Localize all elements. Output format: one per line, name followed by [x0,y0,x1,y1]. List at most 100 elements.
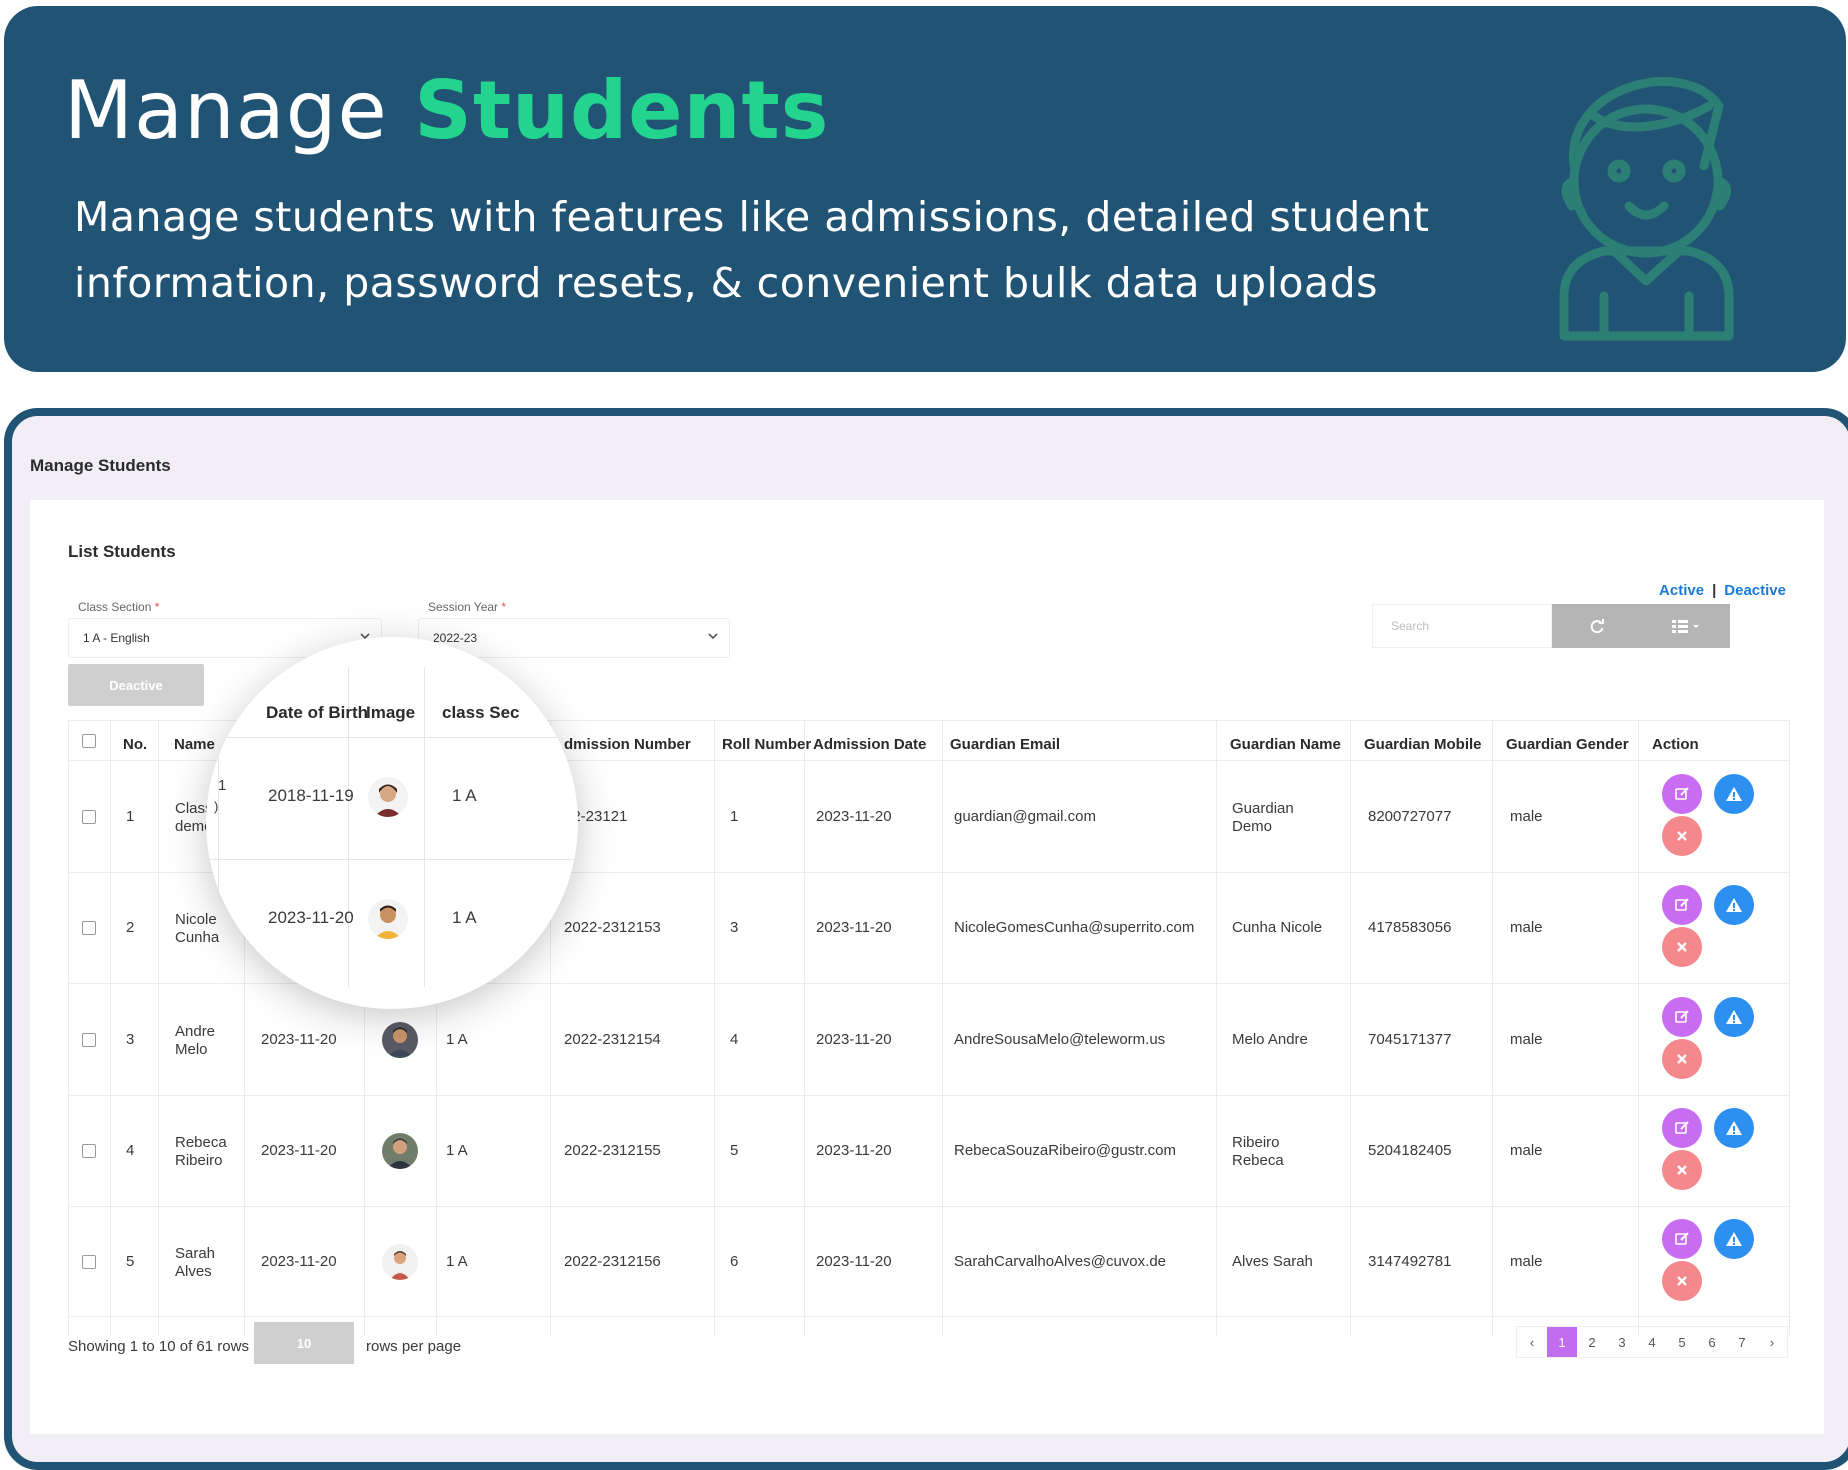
page-6[interactable]: 6 [1697,1327,1727,1357]
header-roll-number[interactable]: Roll Number [722,736,811,753]
session-year-label-text: Session Year [428,600,499,614]
cell-guardian-name: Alves Sarah [1232,1253,1313,1270]
cell-name: Andre Melo [175,1023,216,1058]
active-link[interactable]: Active [1659,582,1704,599]
row-divider [206,737,578,738]
delete-button[interactable] [1662,816,1702,856]
column-divider [1492,720,1493,1336]
edit-button[interactable] [1662,1108,1702,1148]
cell-admission-date: 2023-11-20 [816,1253,892,1270]
name-fragment: 1 [218,777,227,794]
column-divider [1789,720,1790,1336]
row-checkbox[interactable] [82,1144,96,1158]
magnified-header-image: Image [366,703,416,722]
student-outline-icon [1559,77,1734,341]
row-divider [68,1206,1790,1207]
header-guardian-mobile[interactable]: Guardian Mobile [1364,736,1482,753]
page-2[interactable]: 2 [1577,1327,1607,1357]
reset-password-button[interactable] [1714,1219,1754,1259]
edit-icon [1675,898,1689,911]
header-guardian-name[interactable]: Guardian Name [1230,736,1341,753]
cell-guardian-email: guardian@gmail.com [954,808,1096,825]
cell-class-section: 1 A [446,1253,468,1270]
class-section-value: 1 A - English [83,631,150,645]
cell-dob: 2023-11-20 [261,1253,337,1270]
required-mark: * [154,600,160,614]
page-next[interactable]: › [1757,1327,1787,1357]
header-guardian-gender[interactable]: Guardian Gender [1506,736,1629,753]
avatar [382,1133,418,1169]
header-admission-number[interactable]: dmission Number [564,736,691,753]
warning-icon [1726,1010,1742,1024]
page-4[interactable]: 4 [1637,1327,1667,1357]
refresh-icon [1590,619,1604,634]
page-3[interactable]: 3 [1607,1327,1637,1357]
reset-password-button[interactable] [1714,885,1754,925]
delete-button[interactable] [1662,1150,1702,1190]
deactive-link[interactable]: Deactive [1724,582,1786,599]
row-checkbox[interactable] [82,921,96,935]
cell-roll-number: 5 [730,1142,739,1159]
zoom-magnifier: Date of Birth Image class Sec 1 ) 2018-1… [206,637,578,1009]
column-divider [218,667,219,987]
magnified-dob: 2018-11-19 [268,786,354,805]
deactive-button[interactable]: Deactive [68,664,204,706]
row-checkbox[interactable] [82,810,96,824]
column-divider [110,720,111,1336]
rows-per-page-select[interactable]: 10 [254,1322,354,1364]
hero-banner: Manage Students Manage students with fea… [4,6,1846,372]
cell-guardian-gender: male [1510,1253,1543,1270]
status-filter: Active | Deactive [1659,582,1786,599]
showing-rows-text: Showing 1 to 10 of 61 rows [68,1338,249,1355]
warning-icon [1726,1121,1742,1135]
header-name[interactable]: Name [174,736,215,753]
cell-guardian-email: NicoleGomesCunha@superrito.com [954,919,1195,936]
edit-button[interactable] [1662,997,1702,1037]
row-checkbox[interactable] [82,1033,96,1047]
cell-guardian-mobile: 4178583056 [1368,919,1452,936]
page-5[interactable]: 5 [1667,1327,1697,1357]
cell-guardian-mobile: 8200727077 [1368,808,1452,825]
cell-roll-number: 6 [730,1253,739,1270]
search-input[interactable]: Search [1372,604,1552,648]
cell-guardian-mobile: 7045171377 [1368,1031,1452,1048]
row-checkbox[interactable] [82,1255,96,1269]
cell-guardian-name: Melo Andre [1232,1031,1308,1048]
column-divider [68,720,69,1336]
close-icon [1677,831,1687,841]
page-7[interactable]: 7 [1727,1327,1757,1357]
edit-button[interactable] [1662,885,1702,925]
cell-name: Nicole Cunha [175,911,220,946]
name-fragment: ) [214,799,219,814]
cell-roll-number: 1 [730,808,739,825]
refresh-button[interactable] [1552,604,1643,648]
magnified-dob: 2023-11-20 [268,908,354,927]
reset-password-button[interactable] [1714,1108,1754,1148]
row-divider [206,859,578,860]
header-no[interactable]: No. [123,736,147,753]
header-admission-date[interactable]: Admission Date [813,736,926,753]
header-guardian-email[interactable]: Guardian Email [950,736,1060,753]
reset-password-button[interactable] [1714,997,1754,1037]
cell-roll-number: 3 [730,919,739,936]
pagination: ‹ 1 2 3 4 5 6 7 › [1516,1326,1788,1358]
card-title: List Students [68,542,176,561]
column-divider [942,720,943,1336]
delete-button[interactable] [1662,1039,1702,1079]
page-1[interactable]: 1 [1547,1327,1577,1357]
edit-button[interactable] [1662,1219,1702,1259]
avatar [382,1244,418,1280]
column-divider [1216,720,1217,1336]
cell-no: 4 [126,1142,135,1159]
select-all-checkbox[interactable] [82,734,96,748]
edit-button[interactable] [1662,774,1702,814]
page-prev[interactable]: ‹ [1517,1327,1547,1357]
reset-password-button[interactable] [1714,774,1754,814]
cell-guardian-gender: male [1510,1142,1543,1159]
columns-toggle-button[interactable] [1642,604,1730,648]
cell-dob: 2023-11-20 [261,1031,337,1048]
cell-admission-date: 2023-11-20 [816,1031,892,1048]
cell-admission-number: 2022-2312155 [564,1142,661,1159]
delete-button[interactable] [1662,927,1702,967]
delete-button[interactable] [1662,1261,1702,1301]
